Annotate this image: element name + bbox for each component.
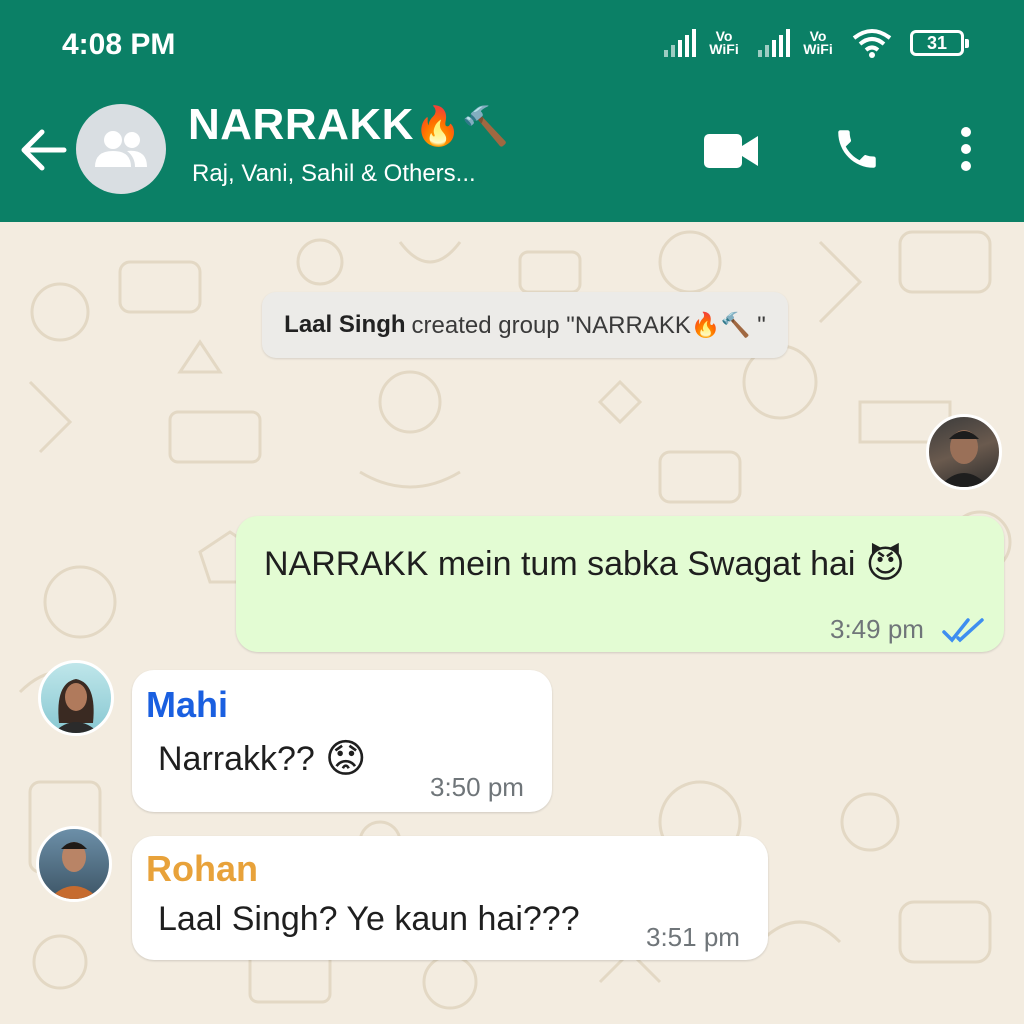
- wifi-icon: [852, 29, 892, 58]
- avatar-mahi[interactable]: [38, 660, 114, 736]
- group-created-notice: Laal Singh created group "NARRAKK🔥🔨 ": [262, 292, 788, 358]
- message-bubble-outgoing[interactable]: NARRAKK mein tum sabka Swagat hai 😈 3:49…: [236, 516, 1004, 652]
- group-icon: [95, 131, 147, 167]
- message-text-content: Narrakk??: [158, 739, 315, 778]
- signal-icon-2: [758, 29, 790, 57]
- signal-icon: [664, 29, 696, 57]
- person-photo-icon: [939, 430, 989, 487]
- person-photo-icon: [49, 842, 99, 899]
- video-call-button[interactable]: [704, 132, 760, 175]
- phone-icon: [838, 130, 876, 168]
- battery-level: 31: [926, 32, 948, 53]
- message-text-content: Laal Singh? Ye kaun hai???: [158, 900, 580, 938]
- group-title-text: NARRAKK: [188, 100, 414, 149]
- avatar-laal-singh[interactable]: [926, 414, 1002, 490]
- message-text: Narrakk?? 😟: [158, 736, 367, 782]
- message-bubble-incoming-mahi[interactable]: Mahi Narrakk?? 😟 3:50 pm: [132, 670, 552, 812]
- sender-name-mahi: Mahi: [146, 684, 229, 725]
- group-title[interactable]: NARRAKK🔥🔨: [188, 100, 510, 150]
- group-members[interactable]: Raj, Vani, Sahil & Others...: [192, 160, 476, 188]
- message-text: NARRAKK mein tum sabka Swagat hai 😈: [264, 542, 905, 587]
- worried-face-emoji: 😟: [324, 737, 367, 781]
- more-vert-icon: [961, 127, 971, 171]
- creator-name: Laal Singh: [284, 311, 406, 338]
- arrow-left-icon: [21, 129, 67, 171]
- battery-indicator: 31: [910, 30, 969, 56]
- vowifi-label-2: Vo WiFi: [803, 28, 833, 57]
- group-avatar[interactable]: [76, 104, 166, 194]
- smiling-devil-emoji: 😈: [865, 544, 906, 586]
- message-time: 3:49 pm: [830, 614, 924, 644]
- message-time: 3:50 pm: [430, 772, 524, 802]
- double-check-read-icon: [942, 618, 984, 643]
- group-title-emoji: 🔥🔨: [413, 106, 510, 148]
- voice-call-button[interactable]: [832, 124, 882, 179]
- person-photo-icon: [53, 679, 99, 733]
- avatar-rohan[interactable]: [36, 826, 112, 902]
- app-header: 4:08 PM Vo WiFi Vo WiFi 31 NARRAKK🔥🔨 Raj…: [0, 0, 1024, 222]
- video-call-icon: [704, 134, 758, 168]
- more-options-button[interactable]: [952, 124, 980, 179]
- back-button[interactable]: [18, 128, 68, 172]
- message-time: 3:51 pm: [646, 922, 740, 952]
- message-text-content: NARRAKK mein tum sabka Swagat hai: [264, 545, 856, 583]
- message-text: Laal Singh? Ye kaun hai???: [158, 900, 580, 939]
- status-icons: Vo WiFi Vo WiFi 31: [664, 28, 969, 58]
- message-bubble-incoming-rohan[interactable]: Rohan Laal Singh? Ye kaun hai??? 3:51 pm: [132, 836, 768, 960]
- status-time: 4:08 PM: [62, 28, 176, 61]
- sender-name-rohan: Rohan: [146, 848, 258, 889]
- created-group-text: created group "NARRAKK🔥🔨 ": [411, 311, 766, 339]
- vowifi-label-1: Vo WiFi: [709, 28, 739, 57]
